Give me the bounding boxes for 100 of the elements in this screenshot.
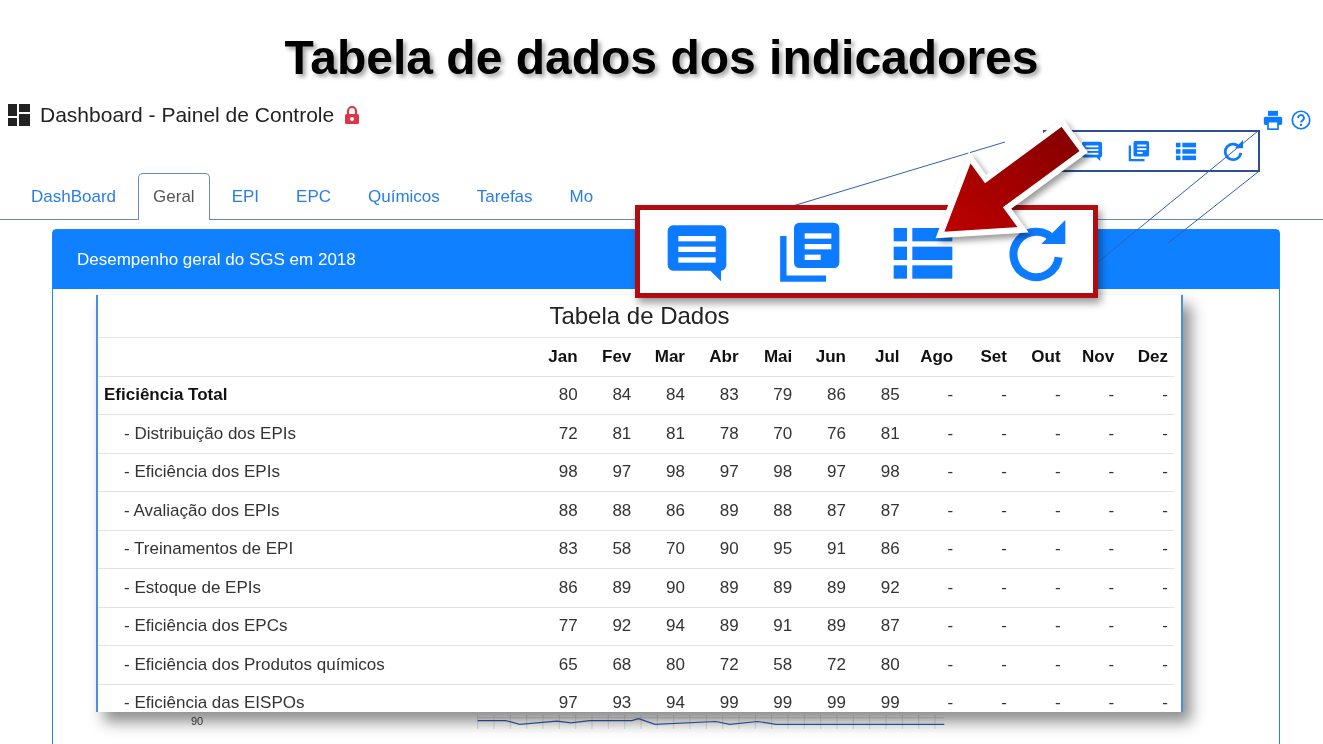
table-cell: - <box>1066 491 1121 530</box>
table-cell: 89 <box>583 568 638 607</box>
tab[interactable]: Químicos <box>353 173 455 219</box>
print-icon[interactable] <box>1263 110 1283 130</box>
table-cell: - <box>1066 376 1121 415</box>
table-cell: - <box>959 491 1013 530</box>
table-cell: 83 <box>690 376 745 415</box>
table-cell: - <box>1120 453 1174 492</box>
table-cell: - <box>905 453 960 492</box>
table-cell: 88 <box>744 491 799 530</box>
column-header: Fev <box>583 338 638 376</box>
column-header: Jan <box>530 338 584 376</box>
table-cell: 98 <box>530 453 584 492</box>
tab[interactable]: Geral <box>138 173 210 220</box>
table-cell: 83 <box>530 530 584 569</box>
table-cell: - <box>1120 645 1174 684</box>
table-cell: 68 <box>583 645 638 684</box>
table-cell: - <box>959 645 1013 684</box>
table-cell: - <box>1066 568 1121 607</box>
table-cell: 89 <box>798 607 852 646</box>
table-cell: - <box>1120 376 1174 415</box>
table-cell: 72 <box>690 645 745 684</box>
table-cell: 58 <box>744 645 799 684</box>
table-cell: 93 <box>583 684 638 712</box>
table-cell: - <box>1066 684 1121 712</box>
column-header: Out <box>1012 338 1067 376</box>
table-cell: 98 <box>744 453 799 492</box>
table-cell: 92 <box>851 568 906 607</box>
refresh-icon[interactable] <box>1222 140 1244 162</box>
row-label: - Eficiência das EISPOs <box>98 684 530 712</box>
table-cell: - <box>905 684 960 712</box>
column-header: Abr <box>690 338 745 376</box>
table-cell: 80 <box>530 376 584 415</box>
column-header: Dez <box>1120 338 1174 376</box>
table-cell: 76 <box>798 414 852 453</box>
table-cell: 79 <box>744 376 799 415</box>
column-header: Set <box>959 338 1013 376</box>
row-label: - Distribuição dos EPIs <box>98 414 530 453</box>
table-cell: 88 <box>530 491 584 530</box>
table-cell: 94 <box>637 684 691 712</box>
table-cell: 99 <box>744 684 799 712</box>
table-cell: 89 <box>690 568 745 607</box>
tab[interactable]: DashBoard <box>16 173 132 219</box>
table-cell: - <box>1012 530 1067 569</box>
table-cell: 72 <box>530 414 584 453</box>
table-cell: - <box>1012 414 1067 453</box>
table-cell: - <box>1120 568 1174 607</box>
column-header: Ago <box>905 338 960 376</box>
table-cell: 87 <box>851 607 906 646</box>
table-cell: 90 <box>637 568 691 607</box>
table-cell: 77 <box>530 607 584 646</box>
table-cell: - <box>1120 607 1174 646</box>
tab[interactable]: Tarefas <box>461 173 548 219</box>
table-cell: 81 <box>583 414 638 453</box>
table-cell: - <box>1012 684 1067 712</box>
table-cell: - <box>905 607 960 646</box>
table-cell: 86 <box>637 491 691 530</box>
documents-icon[interactable] <box>1128 140 1150 162</box>
table-cell: 80 <box>851 645 906 684</box>
row-label: - Avaliação dos EPIs <box>98 491 530 530</box>
lock-icon <box>344 105 361 125</box>
table-cell: 84 <box>583 376 638 415</box>
table-cell: - <box>959 530 1013 569</box>
list-icon[interactable] <box>1175 140 1197 162</box>
table-cell: 87 <box>798 491 852 530</box>
column-header: Mar <box>637 338 691 376</box>
table-cell: - <box>959 376 1013 415</box>
table-cell: - <box>1066 530 1121 569</box>
table-cell: 98 <box>637 453 691 492</box>
help-icon[interactable] <box>1291 110 1311 130</box>
page-title: Dashboard - Painel de Controle <box>40 103 335 127</box>
table-cell: - <box>1012 645 1067 684</box>
table-cell: 88 <box>583 491 638 530</box>
table-cell: - <box>1012 491 1067 530</box>
table-cell: - <box>959 607 1013 646</box>
row-label: - Eficiência dos EPIs <box>98 453 530 492</box>
table-cell: 97 <box>530 684 584 712</box>
table-cell: - <box>959 568 1013 607</box>
tab[interactable]: EPC <box>281 173 346 219</box>
tab[interactable]: Mo <box>554 173 609 219</box>
table-cell: 92 <box>583 607 638 646</box>
table-cell: 90 <box>690 530 745 569</box>
table-cell: 89 <box>690 491 745 530</box>
table-cell: 89 <box>744 568 799 607</box>
column-header: Jul <box>851 338 906 376</box>
table-cell: - <box>1012 376 1067 415</box>
table-cell: 89 <box>690 607 745 646</box>
table-cell: - <box>1120 684 1174 712</box>
table-cell: 97 <box>583 453 638 492</box>
table-cell: 91 <box>798 530 852 569</box>
table-cell: - <box>905 530 960 569</box>
table-cell: 84 <box>637 376 691 415</box>
tab[interactable]: EPI <box>216 173 275 219</box>
table-cell: 86 <box>851 530 906 569</box>
table-cell: 99 <box>690 684 745 712</box>
table-cell: - <box>1120 530 1174 569</box>
dashboard-icon <box>8 104 30 126</box>
table-cell: 89 <box>798 568 852 607</box>
table-cell: - <box>1012 568 1067 607</box>
table-cell: 72 <box>798 645 852 684</box>
